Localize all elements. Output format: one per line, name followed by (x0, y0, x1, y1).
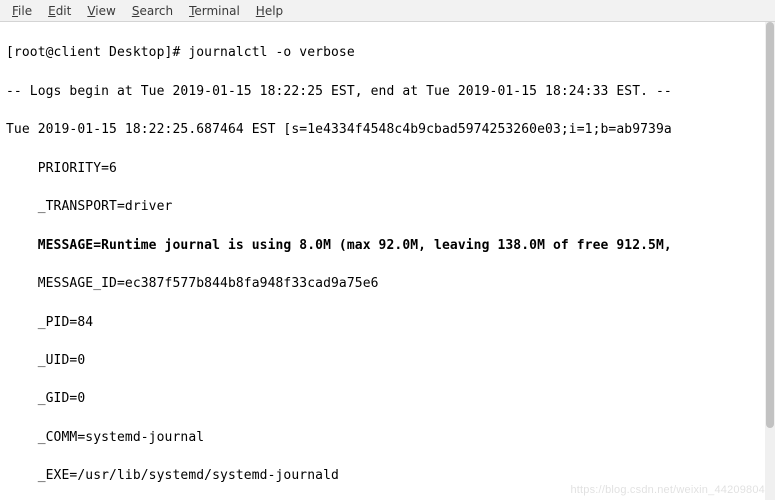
entry-header: Tue 2019-01-15 18:22:25.687464 EST [s=1e… (6, 120, 771, 139)
menu-search[interactable]: Search (124, 2, 181, 20)
scrollbar-thumb[interactable] (766, 22, 774, 428)
menubar: File Edit View Search Terminal Help (0, 0, 775, 22)
logs-range-line: -- Logs begin at Tue 2019-01-15 18:22:25… (6, 82, 771, 101)
field-comm: _COMM=systemd-journal (6, 428, 771, 447)
terminal-output[interactable]: [root@client Desktop]# journalctl -o ver… (0, 22, 775, 500)
menu-terminal[interactable]: Terminal (181, 2, 248, 20)
field-uid: _UID=0 (6, 351, 771, 370)
field-message: MESSAGE=Runtime journal is using 8.0M (m… (6, 236, 771, 255)
field-message-id: MESSAGE_ID=ec387f577b844b8fa948f33cad9a7… (6, 274, 771, 293)
menu-file[interactable]: File (4, 2, 40, 20)
watermark: https://blog.csdn.net/weixin_44209804 (570, 484, 765, 496)
field-exe: _EXE=/usr/lib/systemd/systemd-journald (6, 466, 771, 485)
menu-help[interactable]: Help (248, 2, 291, 20)
scrollbar-vertical[interactable] (765, 22, 775, 500)
field-gid: _GID=0 (6, 389, 771, 408)
prompt-line: [root@client Desktop]# journalctl -o ver… (6, 43, 771, 62)
menu-view[interactable]: View (79, 2, 123, 20)
field-transport: _TRANSPORT=driver (6, 197, 771, 216)
field-priority: PRIORITY=6 (6, 159, 771, 178)
field-pid: _PID=84 (6, 313, 771, 332)
menu-edit[interactable]: Edit (40, 2, 79, 20)
